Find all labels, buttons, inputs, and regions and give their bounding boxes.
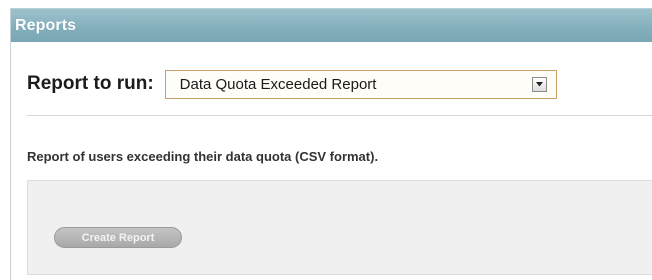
report-to-run-label: Report to run: xyxy=(27,73,154,94)
report-selector-row: Report to run: Data Quota Exceeded Repor… xyxy=(27,69,557,99)
section-divider xyxy=(27,115,652,116)
report-description: Report of users exceeding their data quo… xyxy=(27,149,379,164)
chevron-down-icon[interactable] xyxy=(531,76,547,92)
chevron-down-glyph xyxy=(535,81,543,86)
panel-header: Reports xyxy=(11,8,652,42)
create-report-button[interactable]: Create Report xyxy=(54,227,182,248)
panel-title: Reports xyxy=(15,16,77,34)
reports-panel: Reports Report to run: Data Quota Exceed… xyxy=(10,8,652,280)
report-action-box: Create Report xyxy=(27,180,652,275)
create-report-button-label: Create Report xyxy=(81,231,155,244)
report-select-value: Data Quota Exceeded Report xyxy=(179,75,377,93)
report-select-dropdown[interactable]: Data Quota Exceeded Report xyxy=(164,69,557,99)
